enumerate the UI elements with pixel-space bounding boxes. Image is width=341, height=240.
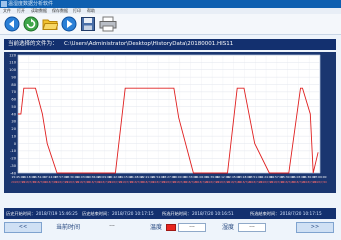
file-path-bar: 当前选择的文件为： C:\Users\Administrator\Desktop…: [4, 39, 336, 50]
x-tick-label: 07:09:00: [314, 175, 327, 179]
y-tick-label: -20: [10, 157, 17, 161]
x-tick-date: 2018/7/20: [313, 180, 327, 184]
chart-panel: 120 110 100 90 80 70 60 50 40 30 20 10 0 -10 -20 -30 -40…: [4, 52, 336, 193]
back-icon[interactable]: [4, 16, 20, 32]
save-icon[interactable]: [80, 16, 96, 32]
previous-button[interactable]: <<: [4, 222, 42, 233]
history-start-value: 2018/7/19 15:46:25: [36, 211, 78, 216]
y-tick-label: 120: [9, 53, 17, 57]
file-path-label: 当前选择的文件为：: [8, 41, 58, 47]
app-icon: [1, 1, 7, 7]
toolbar: [0, 14, 341, 35]
selected-start-value: 2018/7/20 10:16:51: [192, 211, 234, 216]
y-tick-label: -30: [10, 164, 17, 168]
next-button[interactable]: >>: [296, 222, 334, 233]
current-time-label: 当前时间: [56, 224, 81, 231]
y-tick-label: 100: [9, 68, 17, 72]
y-tick-label: -10: [10, 149, 17, 153]
print-icon[interactable]: [99, 16, 117, 32]
refresh-icon[interactable]: [23, 16, 39, 32]
y-tick-label: 0: [14, 142, 17, 146]
temperature-color-swatch: [166, 224, 176, 231]
y-tick-label: 50: [11, 105, 16, 109]
selected-start-label: 所选开始时间：: [162, 211, 192, 216]
open-folder-icon[interactable]: [42, 16, 58, 32]
y-tick-label: 90: [11, 75, 16, 79]
temperature-label: 温度: [150, 224, 163, 231]
window-title: 温湿度数据分析软件: [8, 1, 54, 7]
y-tick-label: 30: [11, 120, 16, 124]
history-end-value: 2018/7/20 10:17:15: [112, 211, 154, 216]
y-tick-label: 110: [9, 61, 17, 65]
y-tick-label: 60: [11, 98, 16, 102]
y-tick-label: 10: [11, 134, 16, 138]
time-info-bar: 历史开始时间： 2018/7/19 15:46:25 历史结束时间： 2018/…: [4, 208, 336, 219]
title-bar: 温湿度数据分析软件: [0, 0, 341, 8]
temperature-value: ---: [178, 223, 206, 232]
play-icon[interactable]: [61, 16, 77, 32]
y-tick-label: 80: [11, 83, 16, 87]
y-tick-label: 20: [11, 127, 16, 131]
temperature-chart[interactable]: 1201101009080706050403020100-10-20-30-40…: [4, 52, 336, 193]
humidity-label: 湿度: [222, 224, 235, 231]
history-end-label: 历史结束时间：: [82, 211, 112, 216]
current-time-value: ---: [109, 223, 115, 229]
humidity-value: ---: [238, 223, 266, 232]
history-start-label: 历史开始时间：: [6, 211, 36, 216]
app-window: 温湿度数据分析软件 文件 打开 读取数据 保存数据 打印 帮助 当前选择的文件为…: [0, 0, 341, 240]
selected-end-label: 所选结束时间：: [250, 211, 280, 216]
file-path-value: C:\Users\Administrator\Desktop\HistoryDa…: [64, 41, 234, 47]
y-tick-label: 70: [11, 90, 16, 94]
selected-end-value: 2018/7/20 10:17:15: [280, 211, 322, 216]
y-tick-label: 40: [11, 112, 16, 116]
